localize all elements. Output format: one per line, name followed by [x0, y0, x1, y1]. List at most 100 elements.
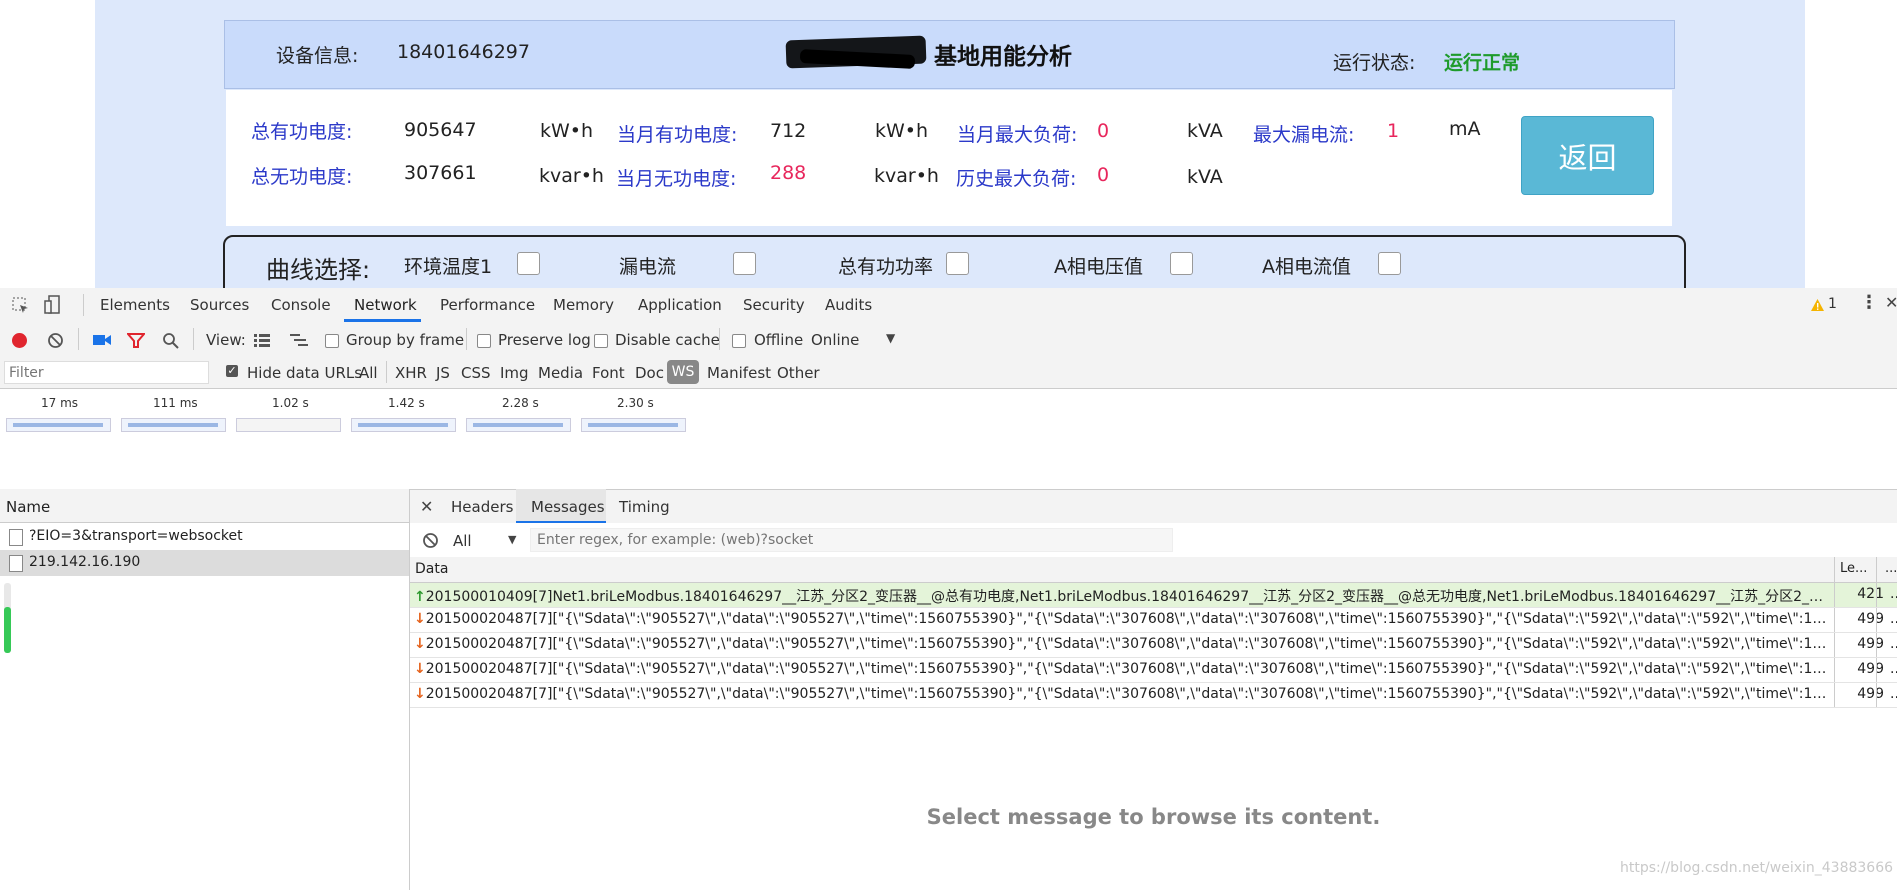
dropdown-arrow-icon[interactable]: ▼: [886, 331, 895, 345]
tab-memory[interactable]: Memory: [553, 296, 614, 314]
filter-type-xhr[interactable]: XHR: [395, 364, 427, 382]
filmstrip-frame[interactable]: [6, 418, 111, 432]
length-column-header[interactable]: Le...: [1840, 561, 1867, 576]
column-separator: [1834, 608, 1835, 632]
search-icon[interactable]: [162, 332, 180, 350]
filter-type-js[interactable]: JS: [436, 364, 450, 382]
group-by-frame-checkbox[interactable]: [325, 334, 339, 348]
tab-messages[interactable]: Messages: [531, 498, 605, 516]
divider: [83, 294, 84, 316]
max-leak-label: 最大漏电流:: [1253, 124, 1355, 146]
message-row-sent[interactable]: ↑201500010409[7]Net1.briLeModbus.1840164…: [410, 583, 1897, 608]
request-row-selected[interactable]: 219.142.16.190: [0, 550, 409, 576]
tab-console[interactable]: Console: [271, 296, 331, 314]
select-message-placeholder: Select message to browse its content.: [926, 805, 1381, 829]
column-separator: [1834, 658, 1835, 682]
filmstrip-time: 17 ms: [41, 396, 79, 410]
status-label: 运行状态:: [1333, 52, 1416, 74]
large-rows-icon[interactable]: [253, 333, 271, 347]
scrollbar[interactable]: [4, 583, 11, 653]
capture-screenshots-icon[interactable]: [92, 333, 112, 347]
divider: [719, 328, 720, 350]
filter-type-all[interactable]: All: [359, 364, 378, 382]
curve-checkbox-a-voltage[interactable]: [1170, 252, 1193, 275]
tab-audits[interactable]: Audits: [825, 296, 872, 314]
filmstrip-frame[interactable]: [121, 418, 226, 432]
regex-filter-input[interactable]: [530, 528, 1173, 552]
column-separator: [1834, 633, 1835, 657]
hist-max-load-value: 0: [1097, 164, 1110, 186]
hide-data-urls-label: Hide data URLs: [247, 364, 363, 382]
inspect-element-icon[interactable]: [12, 297, 30, 315]
filmstrip-frame[interactable]: [236, 418, 341, 432]
close-detail-icon[interactable]: ✕: [420, 497, 433, 516]
total-reactive-label: 总无功电度:: [251, 166, 353, 188]
filmstrip-frame[interactable]: [466, 418, 571, 432]
filter-type-media[interactable]: Media: [538, 364, 583, 382]
return-button[interactable]: 返回: [1521, 116, 1654, 195]
preserve-log-checkbox[interactable]: [477, 334, 491, 348]
filmstrip-frame[interactable]: [581, 418, 686, 432]
tab-sources[interactable]: Sources: [190, 296, 249, 314]
received-arrow-icon: ↓: [414, 661, 426, 677]
hist-max-load-label: 历史最大负荷:: [956, 168, 1077, 190]
file-icon: [9, 555, 23, 572]
view-label: View:: [206, 331, 246, 349]
filter-icon[interactable]: [127, 332, 145, 349]
message-type-select[interactable]: All: [453, 532, 472, 550]
message-data: 201500020487[7]["{\"Sdata\":\"905527\",\…: [425, 661, 1834, 677]
filter-type-doc[interactable]: Doc: [635, 364, 664, 382]
total-reactive-unit: kvar•h: [539, 165, 604, 187]
filter-type-img[interactable]: Img: [500, 364, 529, 382]
warning-icon[interactable]: [1810, 298, 1825, 312]
tab-application[interactable]: Application: [638, 296, 722, 314]
record-icon[interactable]: [12, 333, 27, 348]
name-header-label[interactable]: Name: [6, 498, 50, 516]
preserve-log-label: Preserve log: [498, 331, 591, 349]
message-row-received[interactable]: ↓201500020487[7]["{\"Sdata\":\"905527\",…: [410, 608, 1897, 633]
message-length: 499: [1857, 686, 1884, 702]
curve-checkbox-a-current[interactable]: [1378, 252, 1401, 275]
filmstrip-frame[interactable]: [351, 418, 456, 432]
total-reactive-value: 307661: [404, 162, 477, 184]
name-column-header: [0, 489, 409, 523]
more-menu-icon[interactable]: ⋮: [1860, 292, 1878, 313]
filter-input[interactable]: [4, 361, 209, 384]
clear-messages-icon[interactable]: [422, 532, 439, 549]
throttle-select[interactable]: Online: [811, 331, 859, 349]
request-row[interactable]: ?EIO=3&transport=websocket: [0, 524, 409, 550]
divider: [193, 328, 194, 350]
tab-headers[interactable]: Headers: [451, 498, 513, 516]
clear-icon[interactable]: [47, 332, 64, 349]
tab-security[interactable]: Security: [743, 296, 805, 314]
message-row-received[interactable]: ↓201500020487[7]["{\"Sdata\":\"905527\",…: [410, 683, 1897, 708]
message-row-received[interactable]: ↓201500020487[7]["{\"Sdata\":\"905527\",…: [410, 658, 1897, 683]
received-arrow-icon: ↓: [414, 636, 426, 652]
data-column-header[interactable]: Data: [415, 561, 448, 577]
message-data: 201500010409[7]Net1.briLeModbus.18401646…: [425, 589, 1834, 605]
device-id: 18401646297: [397, 41, 530, 63]
tab-performance[interactable]: Performance: [440, 296, 535, 314]
curve-checkbox-active-power[interactable]: [946, 252, 969, 275]
message-row-received[interactable]: ↓201500020487[7]["{\"Sdata\":\"905527\",…: [410, 633, 1897, 658]
tab-timing[interactable]: Timing: [619, 498, 670, 516]
offline-checkbox[interactable]: [732, 334, 746, 348]
message-length: 499: [1857, 661, 1884, 677]
disable-cache-checkbox[interactable]: [594, 334, 608, 348]
warning-count: 1: [1828, 296, 1837, 312]
filter-type-css[interactable]: CSS: [461, 364, 491, 382]
dropdown-arrow-icon[interactable]: ▼: [508, 533, 516, 546]
tab-elements[interactable]: Elements: [100, 296, 170, 314]
filter-type-other[interactable]: Other: [777, 364, 820, 382]
tab-network[interactable]: Network: [354, 296, 417, 314]
device-toolbar-icon[interactable]: [44, 295, 62, 315]
more-column-header[interactable]: ...: [1885, 561, 1897, 576]
close-icon[interactable]: ✕: [1885, 293, 1897, 312]
filter-type-ws[interactable]: WS: [667, 360, 699, 384]
waterfall-overview-icon[interactable]: [289, 333, 309, 347]
curve-checkbox-leak[interactable]: [733, 252, 756, 275]
filter-type-font[interactable]: Font: [592, 364, 625, 382]
hide-data-urls-checkbox[interactable]: ✓: [226, 365, 238, 377]
curve-checkbox-temp[interactable]: [517, 252, 540, 275]
filter-type-manifest[interactable]: Manifest: [707, 364, 771, 382]
